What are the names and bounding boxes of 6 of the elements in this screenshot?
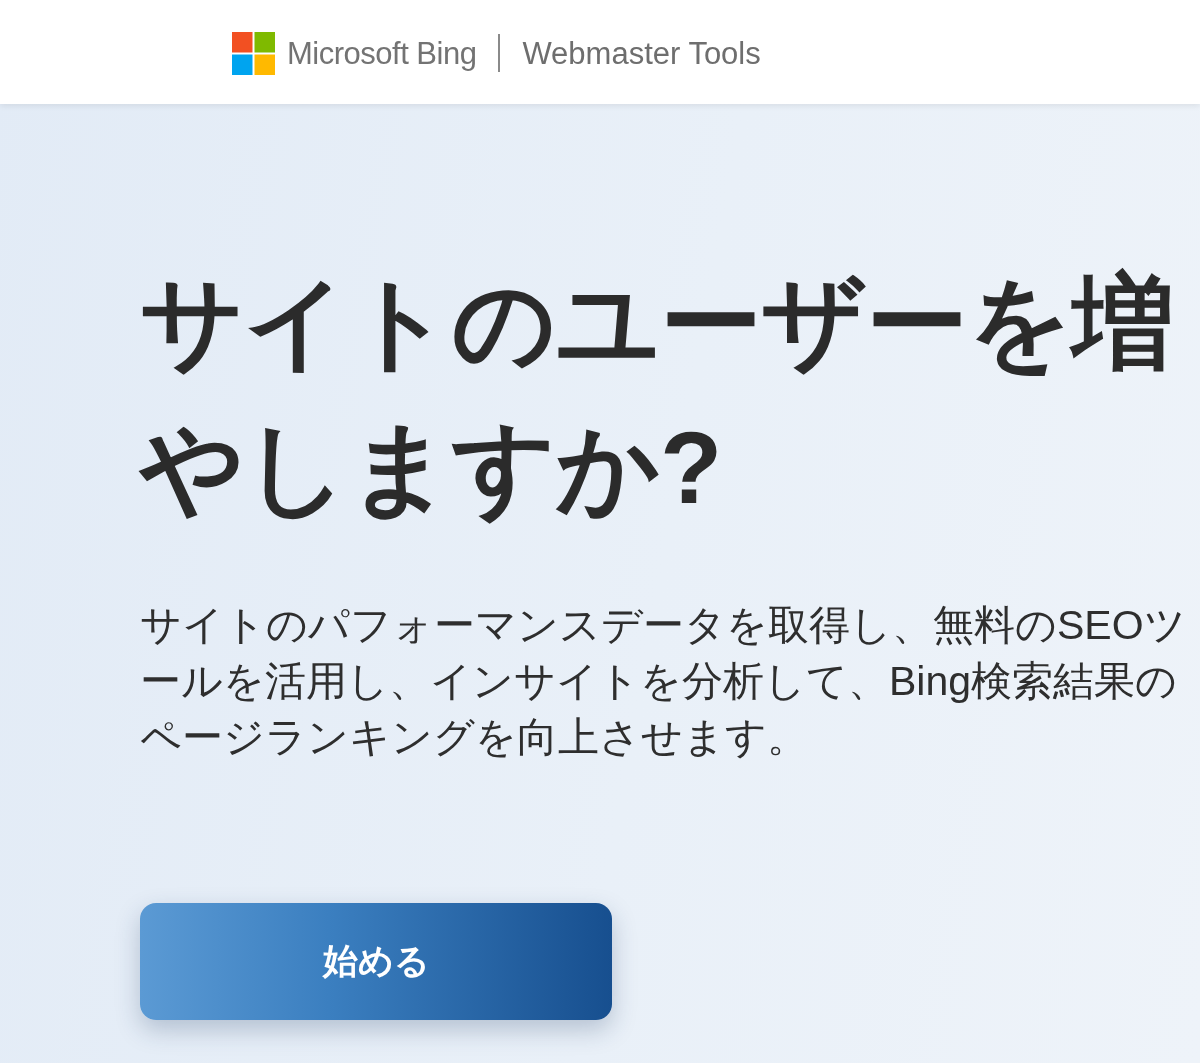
get-started-button[interactable]: 始める bbox=[140, 903, 612, 1020]
four-squares-logo-icon bbox=[232, 31, 275, 75]
hero-heading: サイトのユーザーを増やしますか? bbox=[140, 265, 1175, 527]
brand-name: Microsoft Bing bbox=[287, 37, 477, 69]
product-name: Webmaster Tools bbox=[522, 37, 761, 69]
hero-description: サイトのパフォーマンスデータを取得し、無料のSEOツールを活用し、インサイトを分析して、Bing検索結果のページランキングを向上させます。 bbox=[140, 601, 1187, 762]
